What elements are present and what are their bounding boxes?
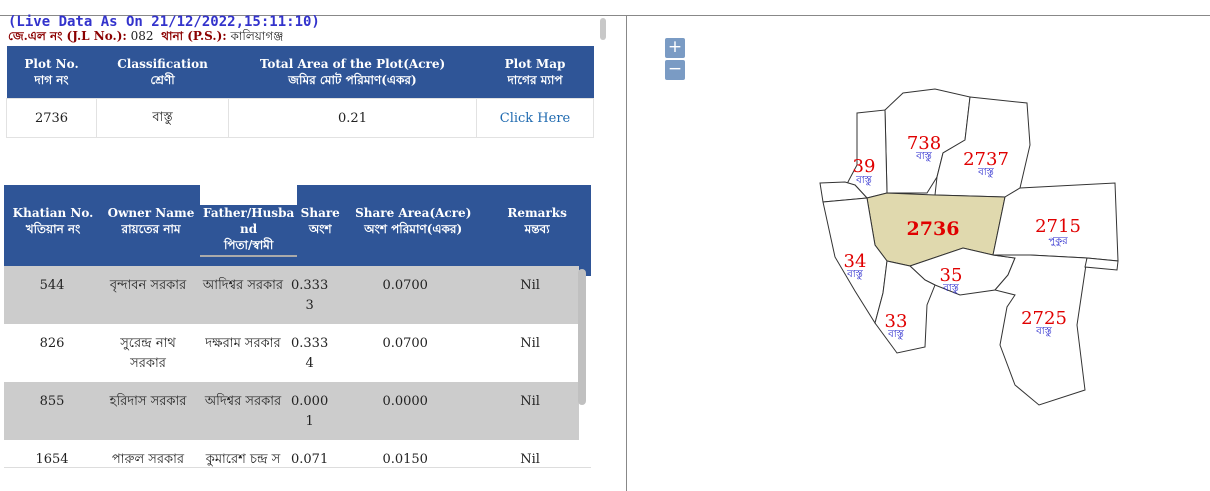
father-cell: দক্ষরাম সরকার [205,336,281,351]
table-row: 1654 পারুল সরকার কুমারেশ চন্দ্র স 0.071 … [4,440,579,467]
plot-class-33: বাস্তু [887,329,904,340]
father-cell: কুমারেশ চন্দ্র স [205,452,281,467]
father-cell: আদিশ্বর সরকার [196,266,290,324]
header-total-area: Total Area of the Plot(Acre) জমির মোট পরি… [228,46,477,99]
khatian-cell: 1654 [35,452,69,467]
header-classification: Classification শ্রেণী [96,46,229,99]
owner-table-body[interactable]: 544 বৃন্দাবন সরকার আদিশ্বর সরকার 0.3333 … [4,266,591,468]
plot-label-2736: 2736 [907,218,960,240]
plot-row: 2736 বাস্তু 0.21 Click Here [6,98,594,138]
header-remarks: Remarks মন্তব্য [483,185,591,257]
header-plot-no: Plot No. দাগ নং [6,46,97,99]
table-row: 544 বৃন্দাবন সরকার আদিশ্বর সরকার 0.3333 … [4,266,579,324]
owner-table-scrollbar[interactable] [578,269,586,405]
owner-cell: সুরেন্দ্র নাথ সরকার [120,336,176,371]
area-cell: 0.21 [228,98,477,138]
plot-class-2715: পুকুর [1048,236,1068,247]
zoom-controls: + − [665,38,687,82]
zoom-out-button[interactable]: − [665,60,685,80]
khatian-cell: 855 [4,382,100,440]
plot-label-2715: 2715 [1035,216,1081,237]
remarks-cell: Nil [520,336,540,351]
share-cell: 0.3334 [291,336,329,371]
plot-no-cell: 2736 [6,98,97,138]
remarks-cell: Nil [520,452,540,467]
plot-class-34: বাস্তু [846,269,863,280]
owner-cell: পারুল সরকার [111,452,185,467]
share-cell: 0.071 [291,452,329,467]
plot-class-738: বাস্তু [915,151,932,162]
header-plot-map: Plot Map দাগের ম্যাপ [476,46,594,99]
share-area-cell: 0.0150 [382,452,428,467]
khatian-cell: 544 [4,266,100,324]
share-area-cell: 0.0000 [329,382,482,440]
ps-value: কালিয়াগঞ্জ [230,29,284,43]
khatian-cell: 826 [39,336,65,351]
share-area-cell: 0.0700 [382,336,428,351]
header-share: Share অংশ [297,185,344,257]
plot-map[interactable]: 738 বাস্তু 2737 বাস্তু 39 বাস্তু 2736 27… [815,85,1125,410]
header-khatian: Khatian No. খতিয়ান নং [4,185,102,257]
plot-class-2737: বাস্তু [977,167,994,178]
share-cell: 0.0001 [290,382,330,440]
table-row: 855 হরিদাস সরকার অদিশ্বর সরকার 0.0001 0.… [4,382,579,440]
jl-ps-line: জে.এল নং (J.L No.): 082 থানা (P.S.): কাল… [8,29,283,43]
plot-map-link[interactable]: Click Here [476,98,594,138]
owner-table-header: Khatian No. খতিয়ান নং Owner Name রায়তের … [4,185,591,257]
remarks-cell: Nil [481,382,579,440]
father-cell: অদিশ্বর সরকার [196,382,290,440]
owner-table: Khatian No. খতিয়ান নং Owner Name রায়তের … [4,185,591,276]
header-owner-name: Owner Name রায়তের নাম [102,185,200,257]
panel-divider [626,15,627,491]
owner-cell: হরিদাস সরকার [100,382,196,440]
share-cell: 0.3333 [290,266,330,324]
plot-class-35: বাস্তু [942,283,959,294]
live-data-timestamp: (Live Data As On 21/12/2022,15:11:10) [8,14,320,30]
owner-cell: বৃন্দাবন সরকার [100,266,196,324]
header-father-husband[interactable]: Father/Husba nd পিতা/স্বামী [200,185,298,257]
plot-label-39: 39 [853,156,876,177]
table-row: 826 সুরেন্দ্র নাথ সরকার দক্ষরাম সরকার 0.… [4,324,579,382]
zoom-in-button[interactable]: + [665,38,685,58]
jl-label: জে.এল নং (J.L No.): [8,29,127,43]
remarks-cell: Nil [481,266,579,324]
jl-value: 082 [130,29,154,43]
plot-class-2725: বাস্তু [1035,326,1052,337]
left-panel-scrollbar[interactable] [600,18,606,40]
plot-class-39: বাস্তু [855,175,872,186]
share-area-cell: 0.0700 [329,266,482,324]
classification-cell: বাস্তু [96,98,229,138]
header-share-area: Share Area(Acre) অংশ পরিমাণ(একর) [343,185,484,257]
ps-label: থানা (P.S.): [161,29,227,43]
plot-info-table: Plot No. দাগ নং Classification শ্রেণী Tota… [6,46,594,138]
